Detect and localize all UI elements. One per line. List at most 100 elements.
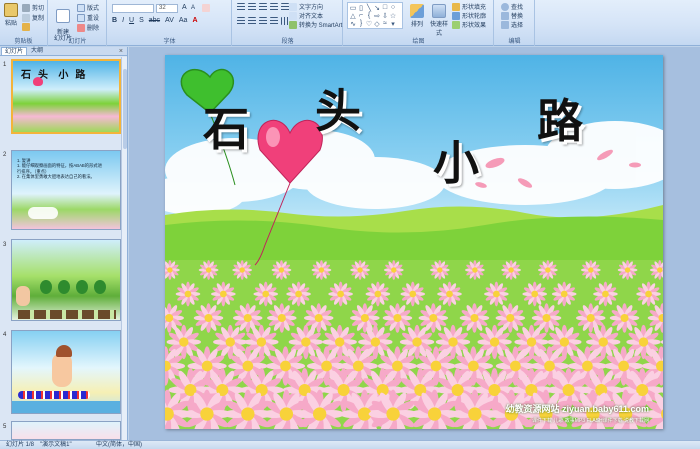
shapes-gallery[interactable]: ▭ ▯ ╲ ↘ □ ○ △ ⌐ { ⇨ ⇩ ☆ ∿ } ♡ ◇ ≈ ▾ [347, 2, 403, 29]
layout-button[interactable]: 版式 [77, 3, 99, 12]
watermark-subtext: 课件下载 儿歌 故事MP3 FLASH课件下载 说教下载网 [532, 418, 649, 424]
slide-canvas[interactable]: 石 头 小 路 幼教资源网站 ziyuan.baby611.com 课件下载 儿… [165, 55, 663, 429]
shrink-font-button[interactable]: A [191, 5, 195, 11]
eraser-icon [202, 4, 210, 12]
title-char-1[interactable]: 石 [203, 93, 249, 159]
clipboard-group-label: 剪贴板 [14, 39, 33, 45]
replace-button[interactable]: 替换 [501, 11, 523, 20]
textbox-shape-icon[interactable]: ▭ [349, 4, 357, 12]
slide-editor: 石 头 小 路 幼教资源网站 ziyuan.baby611.com 课件下载 儿… [129, 47, 700, 440]
paragraph-group-label: 段落 [281, 39, 294, 45]
numbering-icon[interactable] [248, 3, 256, 11]
line-shape-icon[interactable]: ╲ [365, 4, 373, 12]
slides-panel: 幻灯片 大纲 × 1 石 头 小 路 2 1. 复讲 1. 能仔细观察画面的特征… [0, 47, 128, 440]
slides-group: 新建 幻灯片 版式 重设 删除 幻灯片 [49, 0, 107, 46]
thumbnail-number: 4 [3, 332, 7, 338]
shape-effects-button[interactable]: 形状效果 [452, 20, 486, 29]
brush-icon [22, 23, 30, 31]
align-row [237, 17, 289, 25]
thumbnail-title: 石 头 小 路 [21, 70, 86, 81]
font-color-icon[interactable]: A [192, 17, 197, 24]
select-button[interactable]: 选择 [501, 20, 523, 29]
slide-thumbnail-5[interactable] [11, 421, 121, 440]
cut-button[interactable]: 剪切 [22, 3, 44, 12]
triangle-shape-icon[interactable]: △ [349, 12, 357, 20]
tab-outline[interactable]: 大纲 [28, 47, 46, 55]
reset-button[interactable]: 重设 [77, 13, 99, 22]
shape-outline-button[interactable]: 形状轮廓 [452, 11, 486, 20]
text-direction-icon [289, 2, 297, 11]
slide-counter: 幻灯片 1/8 [6, 442, 35, 448]
align-left-icon[interactable] [237, 17, 245, 25]
paste-button[interactable]: 粘贴 [3, 3, 19, 27]
strikethrough-icon[interactable]: abc [149, 17, 160, 24]
close-icon[interactable]: × [119, 47, 123, 56]
rectangle-shape-icon[interactable]: □ [381, 4, 389, 11]
smartart-button[interactable]: 转换为 SmartArt [289, 20, 342, 29]
text-direction-button[interactable]: 文字方向 [289, 2, 323, 11]
grow-font-button[interactable]: A [182, 4, 187, 11]
shadow-icon[interactable]: S [139, 17, 144, 24]
copy-button[interactable]: 复制 [22, 13, 44, 22]
italic-icon[interactable]: I [122, 17, 124, 24]
callout-shape-icon[interactable]: ◇ [373, 20, 381, 28]
increase-indent-icon[interactable] [270, 3, 278, 11]
arrange-button[interactable]: 排列 [408, 4, 426, 28]
align-center-icon[interactable] [248, 17, 256, 25]
quick-styles-icon [432, 4, 446, 18]
title-char-3[interactable]: 小 [433, 127, 479, 193]
align-text-button[interactable]: 对齐文本 [289, 11, 323, 20]
scrollbar-thumb[interactable] [123, 69, 127, 149]
slide-thumbnail-1[interactable]: 石 头 小 路 [11, 59, 121, 134]
effects-icon [452, 20, 460, 29]
font-name-combo[interactable] [112, 4, 154, 13]
outline-pen-icon [452, 11, 460, 20]
more-shapes-icon[interactable]: ▾ [389, 20, 397, 28]
right-arrow-shape-icon[interactable]: ⇨ [373, 12, 381, 20]
find-button[interactable]: 查找 [501, 2, 523, 11]
paste-icon [4, 3, 18, 17]
font-group: 32 A A B I U S abc AV Aa A 字体 [108, 0, 232, 46]
curve-shape-icon[interactable]: ∿ [349, 20, 357, 28]
bullets-icon[interactable] [237, 3, 245, 11]
down-arrow-shape-icon[interactable]: ⇩ [381, 12, 389, 20]
copy-icon [22, 13, 30, 22]
star-shape-icon[interactable]: ☆ [389, 12, 397, 20]
justify-icon[interactable] [270, 17, 278, 25]
columns-icon[interactable] [281, 17, 289, 25]
corner-shape-icon[interactable]: ⌐ [357, 12, 365, 19]
font-size-combo[interactable]: 32 [156, 4, 178, 13]
language-indicator: 中文(简体，中国) [96, 442, 142, 448]
change-case-icon[interactable]: Aa [179, 17, 188, 24]
clear-format-button[interactable] [202, 4, 210, 12]
shape-fill-button[interactable]: 形状填充 [452, 2, 486, 11]
decrease-indent-icon[interactable] [259, 3, 267, 11]
line-spacing-icon[interactable] [281, 3, 289, 11]
format-painter-button[interactable] [22, 23, 30, 31]
underline-icon[interactable]: U [129, 17, 134, 24]
align-right-icon[interactable] [259, 17, 267, 25]
oval-shape-icon[interactable]: ○ [389, 4, 397, 11]
bracket-shape-icon[interactable]: { [365, 12, 373, 19]
title-char-4[interactable]: 路 [537, 85, 583, 151]
wave-shape-icon[interactable]: ≈ [381, 20, 389, 27]
child-image [16, 286, 30, 306]
heart-shape-icon[interactable]: ♡ [365, 20, 373, 28]
delete-button[interactable]: 删除 [77, 23, 99, 32]
textbox-vertical-shape-icon[interactable]: ▯ [357, 4, 365, 12]
picture-strip [18, 310, 116, 319]
paragraph-group: 文字方向 对齐文本 转换为 SmartArt 段落 [233, 0, 343, 46]
font-shrink-icon: A [191, 5, 196, 11]
slide-thumbnail-3[interactable] [11, 239, 121, 321]
tab-slides[interactable]: 幻灯片 [1, 47, 28, 55]
arrow-shape-icon[interactable]: ↘ [373, 4, 381, 12]
char-spacing-icon[interactable]: AV [165, 17, 174, 24]
quick-styles-button[interactable]: 快速样式 [428, 4, 450, 37]
panel-scrollbar[interactable] [121, 57, 127, 440]
slide-thumbnail-2[interactable]: 1. 复讲 1. 能仔细观察画面的特征，按ABAB的形式进 行排序。（重点） 2… [11, 150, 121, 230]
title-char-2[interactable]: 头 [315, 75, 361, 141]
tree-image [76, 280, 88, 294]
brace-shape-icon[interactable]: } [357, 20, 365, 27]
slide-thumbnail-4[interactable] [11, 330, 121, 414]
bold-icon[interactable]: B [112, 17, 117, 24]
